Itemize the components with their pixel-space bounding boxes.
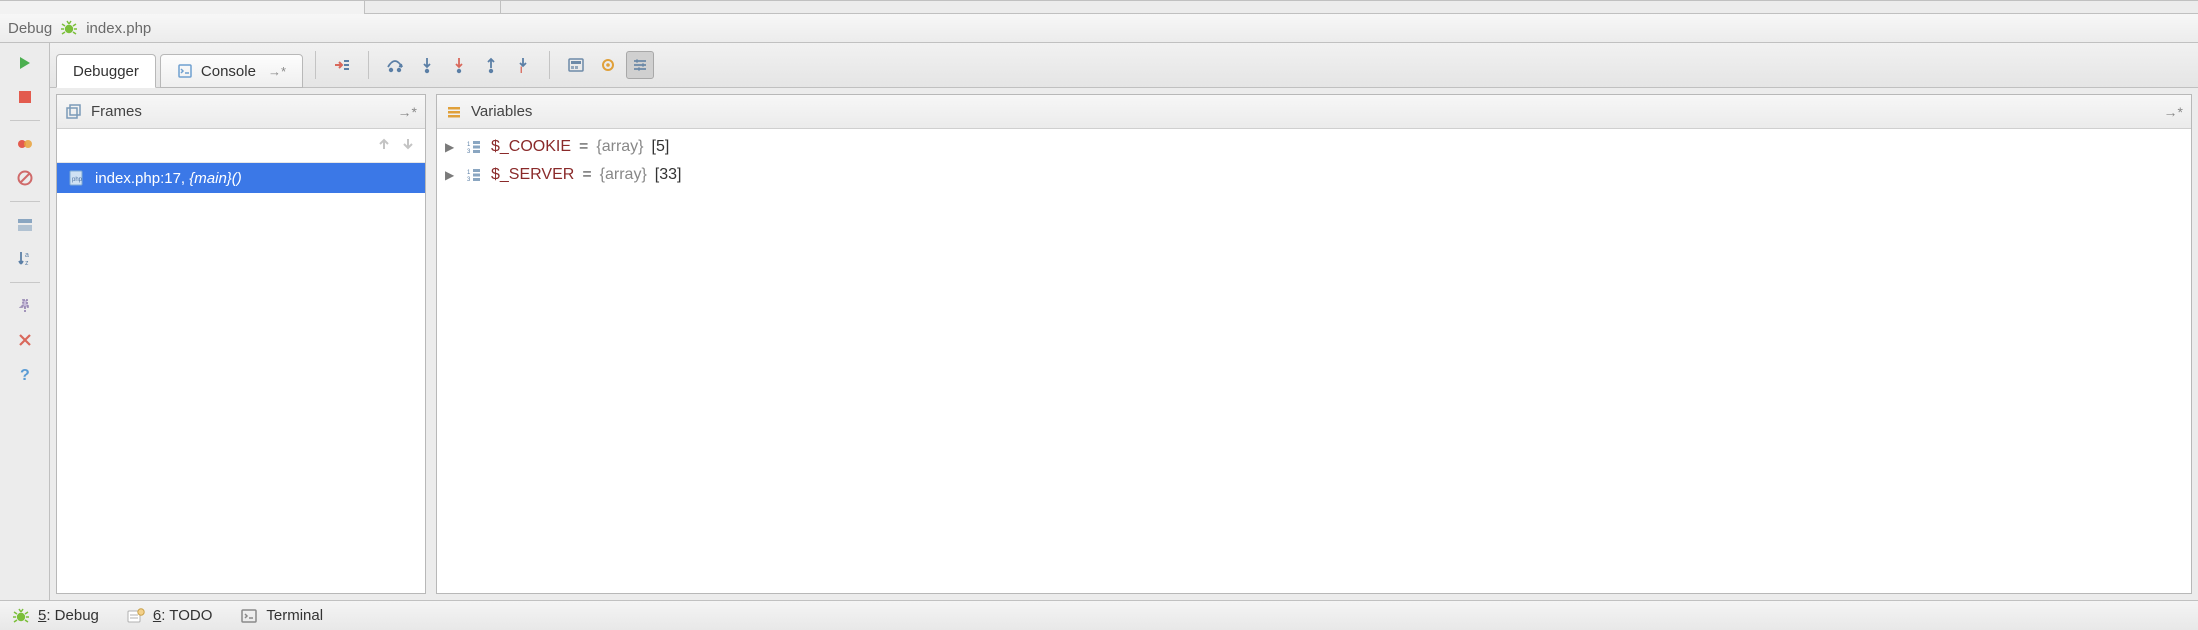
watch-button[interactable] <box>594 51 622 79</box>
svg-text:a: a <box>25 252 29 259</box>
frames-icon <box>65 103 83 121</box>
variables-panel: Variables →* ▶ 13 $_COOKIE = {array} <box>436 94 2192 594</box>
run-to-cursor-button[interactable]: I <box>509 51 537 79</box>
variable-type: {array} <box>600 166 647 184</box>
show-execution-point-button[interactable] <box>328 51 356 79</box>
close-button[interactable] <box>11 326 39 354</box>
variable-count: [33] <box>655 166 682 184</box>
php-file-icon: php <box>67 169 85 187</box>
bottom-tab-debug[interactable]: 5: Debug <box>12 607 99 625</box>
step-into-button[interactable] <box>413 51 441 79</box>
gutter-separator <box>10 120 40 121</box>
toolbar-separator <box>549 51 550 79</box>
frames-panel: Frames →* <box>56 94 426 594</box>
variables-panel-header: Variables →* <box>437 95 2191 129</box>
expand-icon[interactable]: ▶ <box>445 168 457 182</box>
step-out-button[interactable] <box>477 51 505 79</box>
toolbar-separator <box>315 51 316 79</box>
variables-title: Variables <box>471 103 532 120</box>
variable-row[interactable]: ▶ 13 $_SERVER = {array} [33] <box>437 161 2191 189</box>
resume-button[interactable] <box>11 49 39 77</box>
svg-text:z: z <box>25 260 29 267</box>
settings-button[interactable] <box>626 51 654 79</box>
frames-list[interactable]: php index.php:17, {main}() <box>57 163 425 593</box>
tab-console[interactable]: Console →* <box>160 54 303 88</box>
bottom-toolbar: 5: Debug 6: TODO Terminal <box>0 600 2198 630</box>
toolbar-separator <box>368 51 369 79</box>
bug-icon <box>12 607 30 625</box>
prev-frame-button[interactable] <box>377 135 391 156</box>
stop-button[interactable] <box>11 83 39 111</box>
frame-text: index.php:17, {main}() <box>95 170 242 187</box>
frames-toolbar <box>57 129 425 163</box>
console-icon <box>177 63 193 79</box>
frames-title: Frames <box>91 103 142 120</box>
svg-text:php: php <box>72 177 83 183</box>
array-icon: 13 <box>465 138 483 156</box>
frame-row[interactable]: php index.php:17, {main}() <box>57 163 425 193</box>
tab-debugger[interactable]: Debugger <box>56 54 156 88</box>
debug-actions-gutter: az ? <box>0 43 50 600</box>
bottom-tab-todo[interactable]: 6: TODO <box>127 607 212 625</box>
array-icon: 13 <box>465 166 483 184</box>
step-over-button[interactable] <box>381 51 409 79</box>
sort-button[interactable]: az <box>11 245 39 273</box>
layout-button[interactable] <box>11 211 39 239</box>
evaluate-expression-button[interactable] <box>562 51 590 79</box>
terminal-label: Terminal <box>266 607 323 624</box>
svg-text:?: ? <box>20 367 30 383</box>
variable-type: {array} <box>596 138 643 156</box>
variable-row[interactable]: ▶ 13 $_COOKIE = {array} [5] <box>437 133 2191 161</box>
bug-icon <box>60 19 78 37</box>
equals-sign: = <box>579 138 588 156</box>
variables-popout-icon[interactable]: →* <box>2164 104 2183 120</box>
variables-list[interactable]: ▶ 13 $_COOKIE = {array} [5] ▶ <box>437 129 2191 593</box>
bottom-tab-terminal[interactable]: Terminal <box>240 607 323 625</box>
tab-console-label: Console <box>201 63 256 80</box>
svg-text:3: 3 <box>467 149 471 155</box>
variables-icon <box>445 103 463 121</box>
view-breakpoints-button[interactable] <box>11 130 39 158</box>
top-fragment <box>0 1 2198 14</box>
equals-sign: = <box>582 166 591 184</box>
gutter-separator <box>10 282 40 283</box>
svg-text:I: I <box>520 65 523 74</box>
tab-debugger-label: Debugger <box>73 63 139 80</box>
todo-icon <box>127 607 145 625</box>
svg-text:1: 1 <box>467 170 471 176</box>
expand-icon[interactable]: ▶ <box>445 140 457 154</box>
force-step-into-button[interactable] <box>445 51 473 79</box>
variable-name: $_SERVER <box>491 166 574 184</box>
terminal-icon <box>240 607 258 625</box>
svg-text:3: 3 <box>467 177 471 183</box>
debug-tabbar: Debugger Console →* <box>50 43 2198 88</box>
svg-text:1: 1 <box>467 142 471 148</box>
help-button[interactable]: ? <box>11 360 39 388</box>
variable-count: [5] <box>652 138 670 156</box>
mute-breakpoints-button[interactable] <box>11 164 39 192</box>
next-frame-button[interactable] <box>401 135 415 156</box>
debug-file: index.php <box>86 20 151 37</box>
variable-name: $_COOKIE <box>491 138 571 156</box>
toolwindow-header: Debug index.php <box>0 14 2198 43</box>
debug-label: Debug <box>8 20 52 37</box>
pin-button[interactable] <box>11 292 39 320</box>
frames-panel-header: Frames →* <box>57 95 425 129</box>
gutter-separator <box>10 201 40 202</box>
frames-popout-icon[interactable]: →* <box>398 104 417 120</box>
tab-console-popout-icon[interactable]: →* <box>268 64 286 79</box>
